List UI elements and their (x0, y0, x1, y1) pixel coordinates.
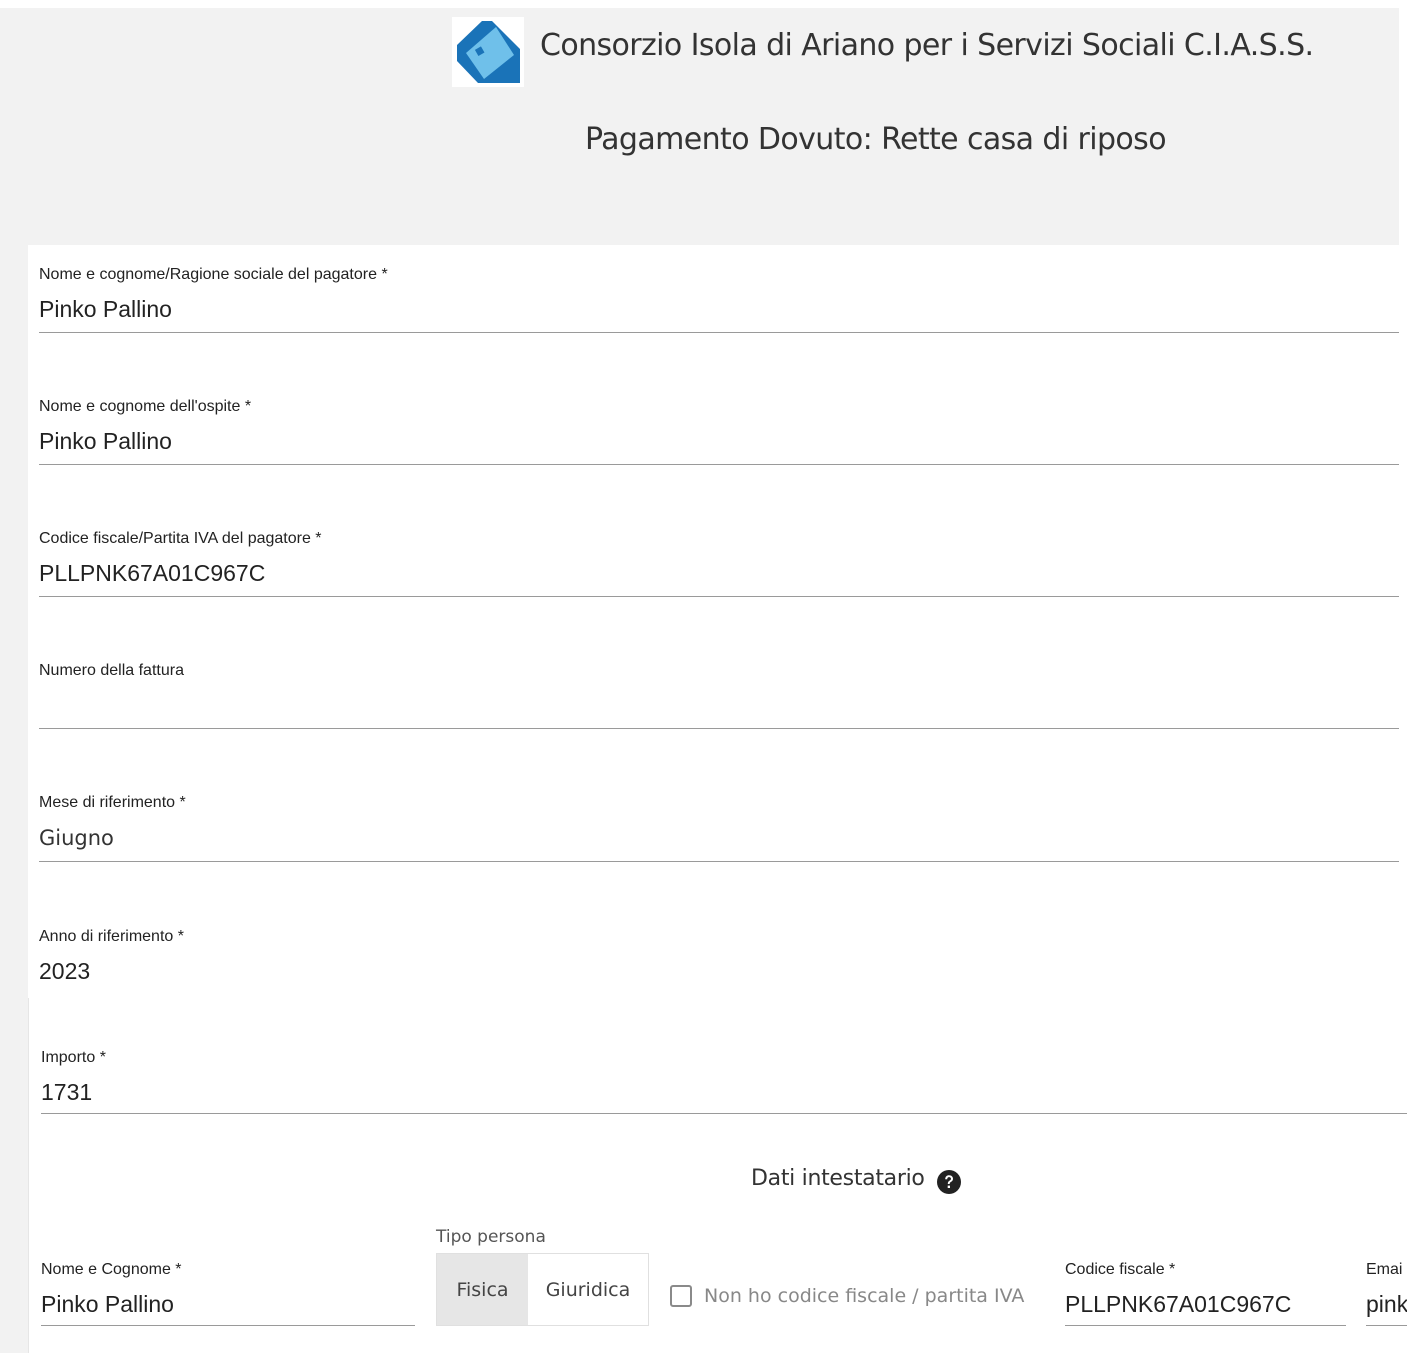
org-name: Consorzio Isola di Ariano per i Servizi … (540, 28, 1314, 63)
invoice-number-underline (39, 728, 1399, 729)
guest-name-field[interactable]: Nome e cognome dell'ospite * Pinko Palli… (39, 398, 1399, 466)
holder-email-underline (1366, 1325, 1407, 1326)
amount-field[interactable]: Importo * 1731 (41, 1049, 1407, 1117)
person-type-giuridica[interactable]: Giuridica (528, 1254, 648, 1325)
payer-name-field[interactable]: Nome e cognome/Ragione sociale del pagat… (39, 266, 1399, 334)
payer-name-input[interactable]: Pinko Pallino (39, 296, 172, 323)
reference-year-field[interactable]: Anno di riferimento * 2023 (39, 928, 1399, 988)
reference-month-label: Mese di riferimento * (39, 794, 186, 811)
holder-email-input[interactable]: pink (1366, 1291, 1407, 1318)
reference-month-select[interactable]: Giugno (39, 826, 114, 850)
payer-tax-code-field[interactable]: Codice fiscale/Partita IVA del pagatore … (39, 530, 1399, 598)
guest-name-input[interactable]: Pinko Pallino (39, 428, 172, 455)
left-gutter-top (0, 8, 28, 998)
reference-month-underline (39, 861, 1399, 862)
invoice-number-label: Numero della fattura (39, 662, 184, 679)
no-tax-code-option[interactable]: Non ho codice fiscale / partita IVA (670, 1285, 1024, 1307)
person-type-label: Tipo persona (436, 1227, 546, 1247)
person-type-fisica[interactable]: Fisica (437, 1254, 528, 1325)
holder-name-input[interactable]: Pinko Pallino (41, 1291, 174, 1318)
amount-underline (41, 1113, 1407, 1114)
org-logo (452, 17, 524, 87)
reference-month-field[interactable]: Mese di riferimento * Giugno (39, 794, 1399, 864)
holder-email-field[interactable]: Emai pink (1366, 1259, 1407, 1329)
payer-tax-code-underline (39, 596, 1399, 597)
payer-tax-code-input[interactable]: PLLPNK67A01C967C (39, 560, 265, 587)
reference-year-input[interactable]: 2023 (39, 958, 90, 985)
holder-tax-code-underline (1065, 1325, 1346, 1326)
holder-tax-code-input[interactable]: PLLPNK67A01C967C (1065, 1291, 1291, 1318)
holder-tax-code-label: Codice fiscale * (1065, 1261, 1176, 1278)
holder-tax-code-field[interactable]: Codice fiscale * PLLPNK67A01C967C (1065, 1261, 1346, 1329)
holder-name-label: Nome e Cognome * (41, 1261, 182, 1278)
page-title: Pagamento Dovuto: Rette casa di riposo (585, 122, 1167, 157)
amount-input[interactable]: 1731 (41, 1079, 92, 1106)
no-tax-code-checkbox[interactable] (670, 1285, 692, 1307)
guest-name-label: Nome e cognome dell'ospite * (39, 398, 252, 415)
holder-name-field[interactable]: Nome e Cognome * Pinko Pallino (41, 1261, 415, 1329)
holder-name-underline (41, 1325, 415, 1326)
invoice-number-field[interactable]: Numero della fattura (39, 662, 1399, 730)
payer-name-underline (39, 332, 1399, 333)
left-gutter-bottom (0, 998, 29, 1353)
holder-email-label: Emai (1366, 1261, 1403, 1278)
person-type-toggle[interactable]: Fisica Giuridica (436, 1253, 649, 1326)
holder-section-title: Dati intestatario (751, 1166, 925, 1191)
payer-name-label: Nome e cognome/Ragione sociale del pagat… (39, 266, 388, 283)
no-tax-code-label: Non ho codice fiscale / partita IVA (704, 1285, 1025, 1307)
question-circle-icon[interactable] (936, 1169, 962, 1195)
amount-label: Importo * (41, 1049, 106, 1066)
payer-tax-code-label: Codice fiscale/Partita IVA del pagatore … (39, 530, 322, 547)
guest-name-underline (39, 464, 1399, 465)
reference-year-label: Anno di riferimento * (39, 928, 184, 945)
